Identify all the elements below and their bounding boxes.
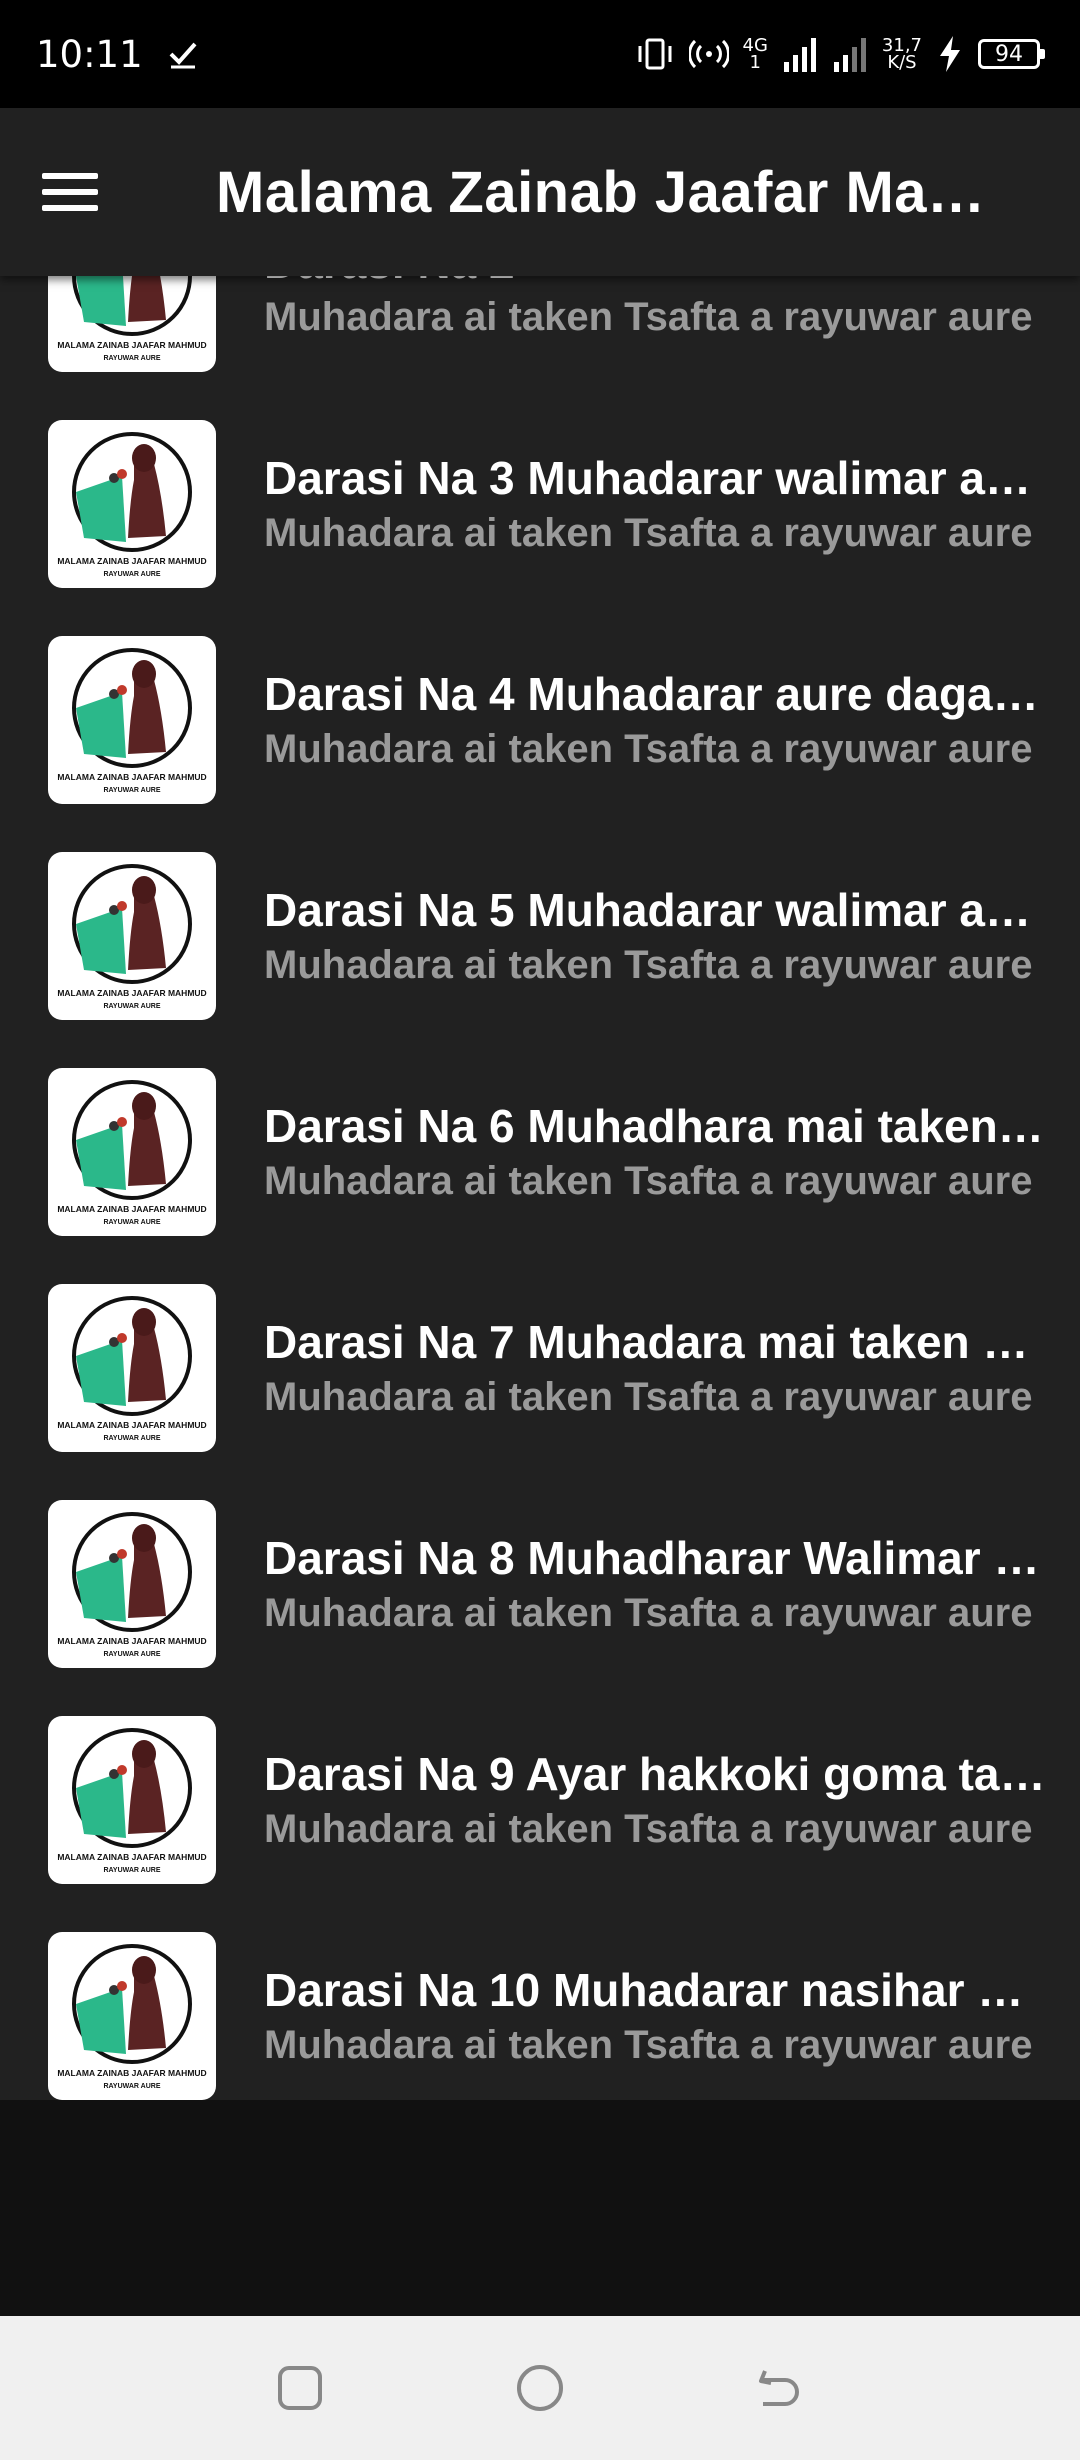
lesson-thumbnail: MALAMA ZAINAB JAAFAR MAHMUD RAYUWAR AURE xyxy=(48,852,216,1020)
signal-icon-2 xyxy=(833,38,866,72)
thumbnail-caption: MALAMA ZAINAB JAAFAR MAHMUD xyxy=(57,2068,206,2078)
list-item-text: Darasi Na 2 Muhadara ai taken Tsafta a r… xyxy=(264,276,1046,343)
list-item-title: Darasi Na 7 Muhadara mai taken aure xyxy=(264,1316,1046,1368)
thumbnail-caption: MALAMA ZAINAB JAAFAR MAHMUD xyxy=(57,1420,206,1430)
thumbnail-subcaption: RAYUWAR AURE xyxy=(103,571,160,578)
thumbnail-caption: MALAMA ZAINAB JAAFAR MAHMUD xyxy=(57,556,206,566)
list-item-text: Darasi Na 8 Muhadharar Walimar aure Muha… xyxy=(264,1529,1046,1639)
recents-button[interactable] xyxy=(270,2358,330,2418)
thumbnail-subcaption: RAYUWAR AURE xyxy=(103,787,160,794)
list-item-4[interactable]: MALAMA ZAINAB JAAFAR MAHMUD RAYUWAR AURE… xyxy=(0,828,1080,1044)
lesson-thumbnail: MALAMA ZAINAB JAAFAR MAHMUD RAYUWAR AURE xyxy=(48,1932,216,2100)
hotspot-icon xyxy=(688,39,729,69)
list-item-title: Darasi Na 3 Muhadarar walimar aure xyxy=(264,452,1046,504)
app-bar: Malama Zainab Jaafar Mahmud xyxy=(0,108,1080,276)
list-item-title: Darasi Na 2 xyxy=(264,276,1046,291)
signal-icon xyxy=(783,38,816,72)
list-item-text: Darasi Na 5 Muhadarar walimar aure Muhad… xyxy=(264,881,1046,991)
menu-icon[interactable] xyxy=(42,150,126,234)
network-type: 4G 1 xyxy=(742,35,768,73)
list-item-title: Darasi Na 8 Muhadharar Walimar aure xyxy=(264,1532,1046,1584)
page-title: Malama Zainab Jaafar Mahmud xyxy=(216,159,1006,225)
thumbnail-subcaption: RAYUWAR AURE xyxy=(103,1003,160,1010)
list-item-subtitle: Muhadara ai taken Tsafta a rayuwar aure xyxy=(264,1807,1033,1851)
list-item-text: Darasi Na 3 Muhadarar walimar aure Muhad… xyxy=(264,449,1046,559)
lesson-list[interactable]: MALAMA ZAINAB JAAFAR MAHMUD RAYUWAR AURE… xyxy=(0,276,1080,2100)
charging-icon xyxy=(940,36,960,72)
list-item-subtitle: Muhadara ai taken Tsafta a rayuwar aure xyxy=(264,295,1033,339)
lesson-thumbnail: MALAMA ZAINAB JAAFAR MAHMUD RAYUWAR AURE xyxy=(48,1068,216,1236)
lesson-thumbnail: MALAMA ZAINAB JAAFAR MAHMUD RAYUWAR AURE xyxy=(48,636,216,804)
list-item-subtitle: Muhadara ai taken Tsafta a rayuwar aure xyxy=(264,727,1033,771)
list-item-title: Darasi Na 9 Ayar hakkoki goma taken aure xyxy=(264,1748,1046,1800)
thumbnail-caption: MALAMA ZAINAB JAAFAR MAHMUD xyxy=(57,772,206,782)
thumbnail-subcaption: RAYUWAR AURE xyxy=(103,1651,160,1658)
thumbnail-caption: MALAMA ZAINAB JAAFAR MAHMUD xyxy=(57,1204,206,1214)
status-icons: 4G 1 31,7 K/S 94 xyxy=(635,34,1045,74)
lesson-thumbnail: MALAMA ZAINAB JAAFAR MAHMUD RAYUWAR AURE xyxy=(48,1500,216,1668)
lesson-thumbnail: MALAMA ZAINAB JAAFAR MAHMUD RAYUWAR AURE xyxy=(48,1284,216,1452)
list-item-title: Darasi Na 6 Muhadhara mai taken aure xyxy=(264,1100,1046,1152)
list-item-text: Darasi Na 7 Muhadara mai taken aure Muha… xyxy=(264,1313,1046,1423)
status-time: 10:11 xyxy=(36,32,143,76)
list-item-5[interactable]: MALAMA ZAINAB JAAFAR MAHMUD RAYUWAR AURE… xyxy=(0,1044,1080,1260)
check-icon xyxy=(169,42,197,69)
empty-area xyxy=(0,2100,1080,2316)
lesson-thumbnail: MALAMA ZAINAB JAAFAR MAHMUD RAYUWAR AURE xyxy=(48,276,216,372)
list-item-title: Darasi Na 4 Muhadarar aure daga farko xyxy=(264,668,1046,720)
thumbnail-subcaption: RAYUWAR AURE xyxy=(103,2083,160,2090)
list-item-text: Darasi Na 6 Muhadhara mai taken aure Muh… xyxy=(264,1097,1046,1207)
thumbnail-caption: MALAMA ZAINAB JAAFAR MAHMUD xyxy=(57,988,206,998)
list-item-subtitle: Muhadara ai taken Tsafta a rayuwar aure xyxy=(264,1159,1033,1203)
list-item-9[interactable]: MALAMA ZAINAB JAAFAR MAHMUD RAYUWAR AURE… xyxy=(0,1908,1080,2100)
back-arrow-icon xyxy=(759,2370,799,2406)
thumbnail-subcaption: RAYUWAR AURE xyxy=(103,1867,160,1874)
thumbnail-caption: MALAMA ZAINAB JAAFAR MAHMUD xyxy=(57,1636,206,1646)
list-item-subtitle: Muhadara ai taken Tsafta a rayuwar aure xyxy=(264,511,1033,555)
list-item-8[interactable]: MALAMA ZAINAB JAAFAR MAHMUD RAYUWAR AURE… xyxy=(0,1692,1080,1908)
thumbnail-subcaption: RAYUWAR AURE xyxy=(103,1219,160,1226)
list-item-title: Darasi Na 5 Muhadarar walimar aure xyxy=(264,884,1046,936)
network-speed: 31,7 K/S xyxy=(881,35,922,73)
list-item-text: Darasi Na 10 Muhadarar nasihar aure Muha… xyxy=(264,1961,1046,2071)
thumbnail-caption: MALAMA ZAINAB JAAFAR MAHMUD xyxy=(57,1852,206,1862)
list-item-text: Darasi Na 4 Muhadarar aure daga farko Mu… xyxy=(264,665,1046,775)
list-item-subtitle: Muhadara ai taken Tsafta a rayuwar aure xyxy=(264,1591,1033,1635)
navigation-bar xyxy=(0,2316,1080,2460)
square-icon xyxy=(278,2366,322,2410)
list-item-subtitle: Muhadara ai taken Tsafta a rayuwar aure xyxy=(264,2023,1033,2067)
lesson-thumbnail: MALAMA ZAINAB JAAFAR MAHMUD RAYUWAR AURE xyxy=(48,1716,216,1884)
list-item-subtitle: Muhadara ai taken Tsafta a rayuwar aure xyxy=(264,1375,1033,1419)
list-item-2[interactable]: MALAMA ZAINAB JAAFAR MAHMUD RAYUWAR AURE… xyxy=(0,396,1080,612)
vibrate-icon xyxy=(638,38,672,70)
circle-icon xyxy=(517,2365,563,2411)
list-item-6[interactable]: MALAMA ZAINAB JAAFAR MAHMUD RAYUWAR AURE… xyxy=(0,1260,1080,1476)
back-button[interactable] xyxy=(750,2358,810,2418)
list-item-subtitle: Muhadara ai taken Tsafta a rayuwar aure xyxy=(264,943,1033,987)
lesson-thumbnail: MALAMA ZAINAB JAAFAR MAHMUD RAYUWAR AURE xyxy=(48,420,216,588)
status-bar: 10:11 4G 1 31,7 K/S 94 xyxy=(0,0,1080,108)
battery-level: 94 xyxy=(995,41,1023,67)
home-button[interactable] xyxy=(510,2358,570,2418)
battery-icon: 94 xyxy=(978,39,1045,69)
thumbnail-subcaption: RAYUWAR AURE xyxy=(103,1435,160,1442)
list-item-7[interactable]: MALAMA ZAINAB JAAFAR MAHMUD RAYUWAR AURE… xyxy=(0,1476,1080,1692)
list-item-3[interactable]: MALAMA ZAINAB JAAFAR MAHMUD RAYUWAR AURE… xyxy=(0,612,1080,828)
list-item-1[interactable]: MALAMA ZAINAB JAAFAR MAHMUD RAYUWAR AURE… xyxy=(0,276,1080,396)
list-item-title: Darasi Na 10 Muhadarar nasihar aure xyxy=(264,1964,1046,2016)
thumbnail-caption: MALAMA ZAINAB JAAFAR MAHMUD xyxy=(57,340,206,350)
thumbnail-subcaption: RAYUWAR AURE xyxy=(103,355,160,362)
list-item-text: Darasi Na 9 Ayar hakkoki goma taken aure… xyxy=(264,1745,1046,1855)
